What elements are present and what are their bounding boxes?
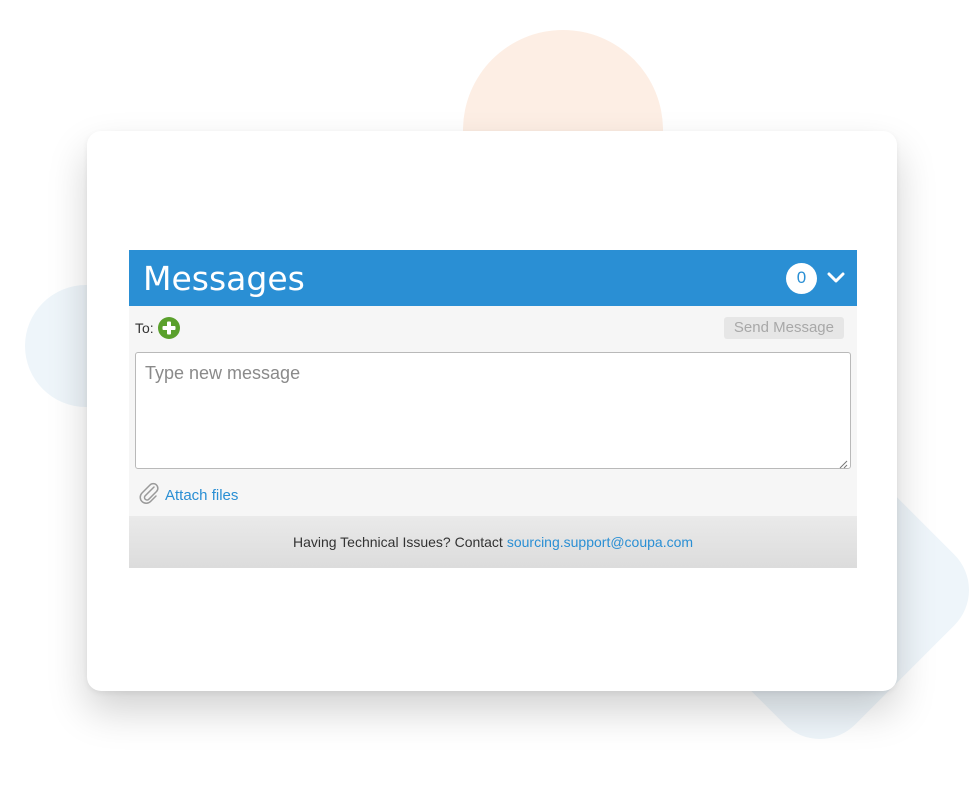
to-row: To: Send Message bbox=[129, 306, 857, 350]
attach-files-link[interactable]: Attach files bbox=[137, 481, 238, 510]
paperclip-icon bbox=[137, 481, 161, 510]
support-text: Having Technical Issues? Contact bbox=[292, 534, 503, 550]
messages-header: Messages 0 bbox=[129, 250, 857, 306]
chevron-down-icon[interactable] bbox=[825, 267, 847, 289]
support-footer: Having Technical Issues? Contact sourcin… bbox=[129, 516, 857, 568]
stage: Messages 0 To: Send Message Type new mes… bbox=[0, 0, 980, 801]
header-controls: 0 bbox=[786, 262, 847, 294]
plus-circle-icon[interactable] bbox=[157, 317, 180, 339]
message-count-badge: 0 bbox=[786, 262, 817, 294]
messages-panel: Messages 0 To: Send Message Type new mes… bbox=[129, 250, 857, 568]
support-email-link[interactable]: sourcing.support@coupa.com bbox=[507, 534, 693, 550]
to-label: To: bbox=[135, 320, 154, 336]
panel-title: Messages bbox=[143, 258, 305, 298]
resize-grip-icon[interactable] bbox=[838, 456, 848, 469]
message-input-wrapper bbox=[135, 352, 851, 469]
message-input[interactable] bbox=[135, 352, 851, 469]
attach-files-label: Attach files bbox=[165, 487, 239, 504]
send-message-button[interactable]: Send Message bbox=[723, 317, 844, 339]
